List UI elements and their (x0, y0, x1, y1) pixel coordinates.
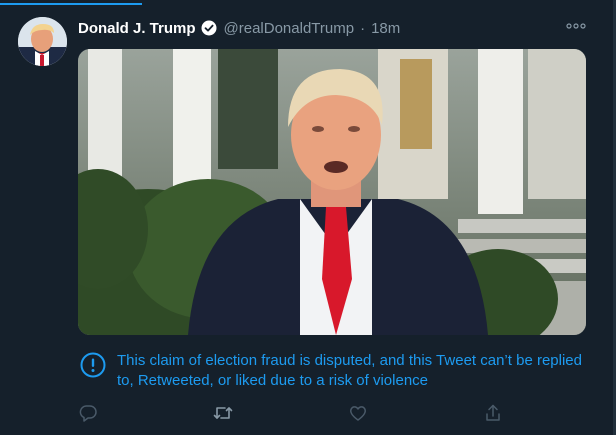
tweet-video[interactable] (78, 49, 586, 335)
tweet-actions (78, 403, 586, 423)
reply-icon[interactable] (78, 403, 98, 423)
share-icon[interactable] (483, 403, 503, 423)
tweet[interactable]: Donald J. Trump @realDonaldTrump · 18m T… (0, 0, 613, 435)
author-handle[interactable]: @realDonaldTrump (224, 20, 355, 37)
tweet-header: Donald J. Trump @realDonaldTrump · 18m (78, 17, 400, 39)
retweet-icon[interactable] (213, 403, 233, 423)
heart-icon[interactable] (348, 403, 368, 423)
exclamation-circle-icon (80, 352, 106, 378)
disputed-claim-notice: This claim of election fraud is disputed… (78, 350, 586, 390)
author-name[interactable]: Donald J. Trump (78, 20, 196, 37)
tweet-time[interactable]: 18m (371, 20, 400, 37)
notice-text: This claim of election fraud is disputed… (117, 352, 582, 389)
avatar[interactable] (18, 17, 67, 66)
separator-dot: · (360, 19, 366, 37)
verified-badge-icon (201, 20, 217, 36)
more-icon[interactable] (566, 18, 586, 34)
